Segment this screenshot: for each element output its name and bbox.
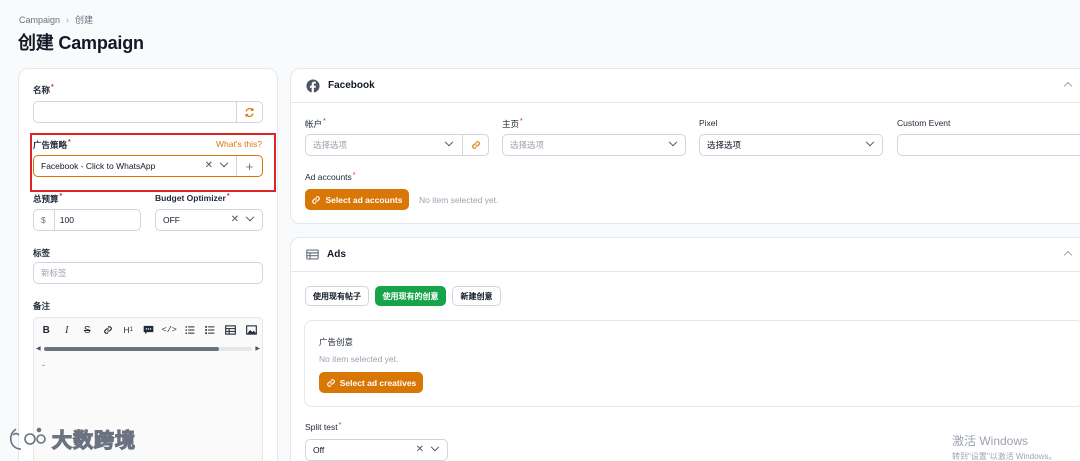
budget-label: 总预算*	[33, 193, 63, 204]
split-test-label: Split test*	[305, 422, 342, 432]
budget-value: 100	[59, 215, 74, 225]
ordered-list-icon[interactable]	[200, 323, 221, 337]
account-select[interactable]: 选择选项	[305, 134, 489, 156]
currency-symbol: $	[41, 215, 46, 225]
breadcrumb-root[interactable]: Campaign	[19, 15, 60, 25]
chevron-down-icon[interactable]	[444, 137, 454, 147]
refresh-icon	[245, 107, 254, 117]
pixel-label: Pixel	[699, 118, 718, 128]
strikethrough-icon[interactable]: S	[77, 323, 98, 337]
budget-input[interactable]: $ 100	[33, 209, 141, 231]
code-icon[interactable]: </>	[159, 323, 180, 337]
facebook-header[interactable]: Facebook	[291, 69, 1080, 103]
creatives-panel	[304, 320, 1080, 407]
watermark-logo-icon	[9, 427, 46, 450]
clear-icon[interactable]: ✕	[416, 445, 424, 455]
page-label: 主页*	[502, 118, 523, 129]
account-link-button[interactable]	[462, 135, 488, 155]
heading-icon[interactable]: H1	[118, 323, 139, 337]
page-select[interactable]: 选择选项	[502, 134, 686, 156]
chevron-down-icon[interactable]	[668, 137, 678, 147]
scrollbar-thumb[interactable]	[44, 347, 219, 351]
refresh-button[interactable]	[236, 102, 262, 122]
clear-icon[interactable]: ✕	[231, 215, 239, 225]
notes-label: 备注	[33, 301, 51, 311]
optimizer-label: Budget Optimizer*	[155, 193, 230, 203]
annotation-highlight-box	[30, 133, 276, 192]
split-test-select[interactable]: Off ✕	[305, 439, 448, 461]
chevron-up-icon[interactable]	[1063, 81, 1073, 91]
scroll-left-icon[interactable]: ◀	[36, 345, 41, 352]
chevron-right-icon: ›	[66, 14, 70, 25]
scroll-right-icon[interactable]: ▶	[255, 345, 260, 352]
link-icon[interactable]	[98, 323, 119, 337]
editor-content: -	[42, 360, 45, 370]
chevron-down-icon[interactable]	[865, 137, 875, 147]
chevron-up-icon[interactable]	[1063, 250, 1073, 260]
page-title: 创建 Campaign	[18, 33, 144, 53]
activate-windows-notice: 激活 Windows 转到"设置"以激活 Windows。	[952, 434, 1057, 461]
link-icon	[471, 141, 480, 149]
tags-input[interactable]: 新标签	[33, 262, 263, 284]
chevron-down-icon[interactable]	[245, 212, 255, 222]
table-icon[interactable]	[221, 323, 242, 337]
ads-header[interactable]: Ads	[291, 238, 1080, 272]
ad-accounts-label: Ad accounts*	[305, 172, 356, 182]
breadcrumb: Campaign › 创建	[19, 13, 93, 26]
breadcrumb-current: 创建	[75, 15, 94, 25]
tab-existing-posts[interactable]: 使用现有帖子	[305, 286, 369, 306]
editor-scrollbar[interactable]: ◀ ▶	[36, 345, 260, 352]
optimizer-value: OFF	[163, 215, 180, 225]
tags-label: 标签	[33, 248, 51, 258]
name-label: 名称*	[33, 84, 54, 95]
ad-accounts-empty: No item selected yet.	[419, 195, 499, 205]
custom-event-label: Custom Event	[897, 118, 951, 128]
watermark: 大数跨境	[8, 424, 136, 453]
comment-icon[interactable]	[139, 323, 160, 337]
facebook-icon	[306, 78, 320, 93]
creative-label: 广告创意	[319, 337, 354, 347]
image-icon[interactable]	[241, 323, 262, 337]
ads-title: Ads	[327, 249, 346, 260]
select-ad-accounts-button[interactable]: Select ad accounts	[305, 189, 409, 210]
editor-toolbar: B I S H1 </>	[36, 323, 266, 337]
optimizer-select[interactable]: OFF ✕	[155, 209, 263, 231]
list-icon	[306, 249, 319, 260]
creatives-empty: No item selected yet.	[319, 354, 399, 364]
pixel-select[interactable]: 选择选项	[699, 134, 883, 156]
name-input[interactable]	[33, 101, 263, 123]
link-icon	[326, 378, 335, 387]
italic-icon[interactable]: I	[57, 323, 78, 337]
tab-new-creative[interactable]: 新建创意	[452, 286, 501, 306]
bullet-list-icon[interactable]	[180, 323, 201, 337]
account-label: 帐户*	[305, 118, 326, 129]
bold-icon[interactable]: B	[36, 323, 57, 337]
link-icon	[312, 195, 321, 204]
tab-existing-creatives[interactable]: 使用现有的创意	[375, 286, 446, 306]
select-ad-creatives-button[interactable]: Select ad creatives	[319, 372, 423, 393]
chevron-down-icon[interactable]	[430, 442, 440, 452]
custom-event-input[interactable]	[897, 134, 1080, 156]
facebook-title: Facebook	[328, 80, 375, 91]
